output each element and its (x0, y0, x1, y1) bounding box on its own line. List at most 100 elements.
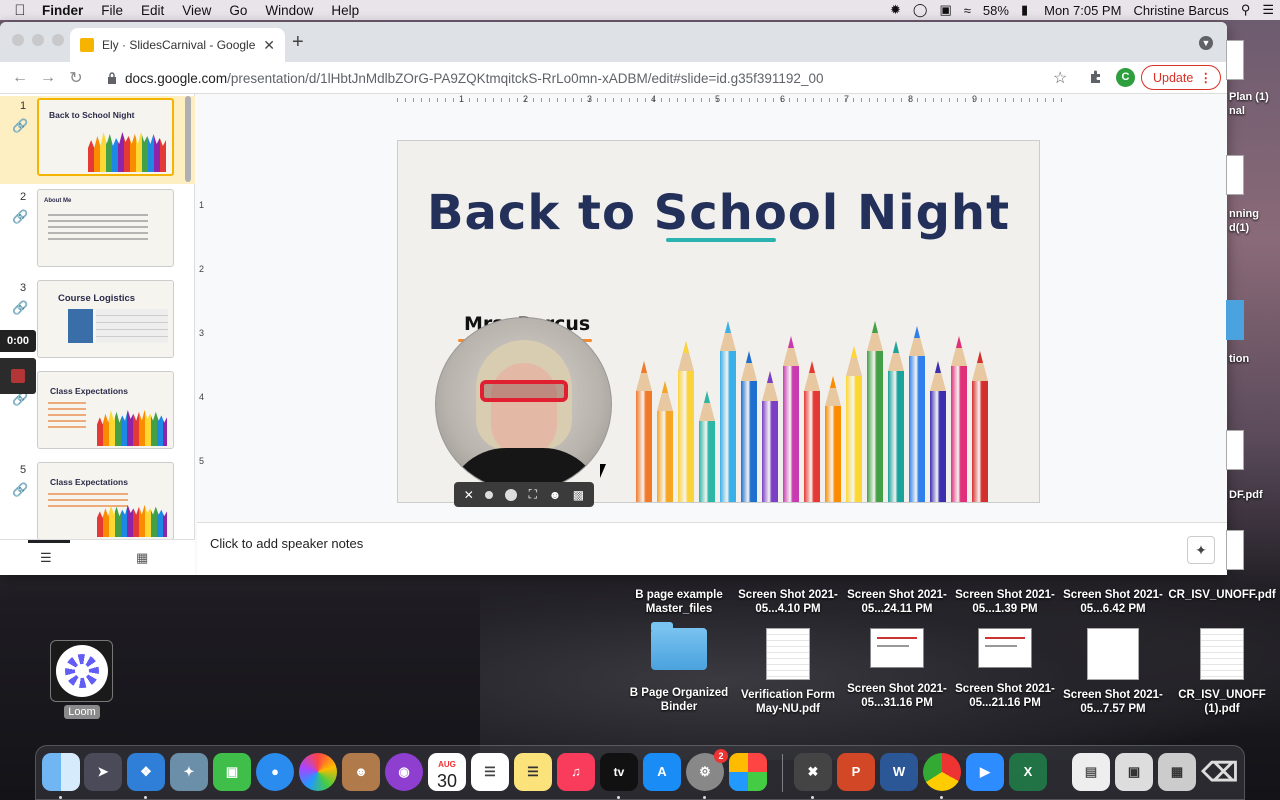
desktop-item-screenshot[interactable]: Screen Shot 2021-05...6.42 PM (1059, 588, 1167, 616)
desktop-item-screenshot[interactable]: Screen Shot 2021-05...31.16 PM (843, 628, 951, 710)
slide-thumbnail[interactable]: Class Expectations (37, 371, 174, 449)
filmstrip-slide-2[interactable]: 2 🔗 About Me (0, 187, 195, 275)
browser-tab-slides[interactable]: Ely · SlidesCarnival - Google Sl ✕ (70, 28, 285, 62)
update-button[interactable]: Update ⋮ (1141, 65, 1221, 90)
list-view-icon[interactable]: ☰ (40, 550, 52, 566)
speaker-notes[interactable]: Click to add speaker notes ✦ (197, 522, 1227, 575)
clock[interactable]: Mon 7:05 PM (1034, 3, 1127, 18)
small-bubble-icon[interactable] (485, 490, 494, 499)
word-icon[interactable]: W (880, 753, 918, 791)
loom-app-icon[interactable] (50, 640, 113, 702)
menu-window[interactable]: Window (256, 3, 322, 18)
spotlight-search-icon[interactable]: ⚲ (1235, 2, 1257, 18)
slide-thumbnail[interactable]: Back to School Night (37, 98, 174, 176)
filmstrip-slide-3[interactable]: 3 🔗 Course Logistics (0, 278, 195, 366)
profile-avatar[interactable]: C (1116, 68, 1135, 87)
system-preferences-icon[interactable]: ⚙ 2 (686, 749, 728, 791)
photos-icon[interactable] (299, 753, 337, 791)
calendar-icon[interactable]: AUG 30 (428, 753, 466, 791)
powerpoint-icon[interactable]: P (837, 753, 875, 791)
large-bubble-icon[interactable] (505, 488, 517, 501)
messages-icon[interactable]: ● (256, 753, 294, 791)
desktop-file-partial[interactable] (1226, 40, 1244, 80)
menu-app-name[interactable]: Finder (40, 3, 92, 18)
person-icon[interactable]: ☻ (549, 488, 562, 502)
colored-pencils-image[interactable] (636, 311, 1006, 502)
music-icon[interactable]: ♫ (557, 753, 595, 791)
trash-icon[interactable]: ⌫ (1201, 753, 1239, 791)
minimize-window-button[interactable] (32, 34, 44, 46)
document-stack-icon[interactable]: ▤ (1072, 753, 1110, 791)
zoom-window-button[interactable] (52, 34, 64, 46)
loom-status-icon[interactable]: ✹ (884, 2, 907, 18)
desktop-item-screenshot[interactable]: Screen Shot 2021-05...1.39 PM (951, 588, 1059, 616)
explore-icon[interactable]: ✦ (1187, 536, 1215, 564)
desktop-item-screenshot[interactable]: Screen Shot 2021-05...24.11 PM (843, 588, 951, 616)
facetime-icon[interactable]: ▣ (213, 753, 251, 791)
desktop-item-b-page-example[interactable]: B page example Master_files (625, 588, 733, 616)
desktop-item-binder-folder[interactable]: B Page Organized Binder (625, 622, 733, 714)
lock-icon[interactable] (107, 72, 117, 84)
desktop-item-screenshot[interactable]: Screen Shot 2021-05...7.57 PM (1059, 628, 1167, 716)
tab-search-icon[interactable]: ▼ (1199, 36, 1213, 50)
launchpad-icon[interactable]: ➤ (84, 753, 122, 791)
more-menu-icon[interactable]: ⋮ (1200, 70, 1213, 85)
utilities-icon[interactable]: ✖ (794, 753, 832, 791)
filmstrip-slide-5[interactable]: 5 🔗 Class Expectations (0, 460, 195, 548)
menu-file[interactable]: File (92, 3, 132, 18)
desktop-folder-partial[interactable] (1226, 300, 1244, 340)
battery-percent[interactable]: 58% (977, 3, 1015, 18)
podcasts-icon[interactable]: ◉ (385, 753, 423, 791)
desktop-item-pdf[interactable]: CR_ISV_UNOFF (1).pdf (1168, 628, 1276, 716)
filmstrip-slide-1[interactable]: 1 🔗 Back to School Night (0, 96, 195, 184)
slide-title[interactable]: Back to School Night (398, 185, 1039, 241)
notes-icon[interactable]: ☰ (514, 753, 552, 791)
desktop-item-pdf[interactable]: CR_ISV_UNOFF.pdf (1168, 588, 1276, 602)
excel-icon[interactable]: X (1009, 753, 1047, 791)
desktop-item-screenshot[interactable]: Screen Shot 2021-05...21.16 PM (951, 628, 1059, 710)
grid-view-icon[interactable]: ▦ (136, 550, 148, 566)
address-bar[interactable]: docs.google.com /presentation/d/1lHbtJnM… (97, 66, 1087, 90)
accessibility-icon[interactable]: ◯ (907, 2, 934, 18)
downloads-stack-icon[interactable]: ▦ (1158, 753, 1196, 791)
close-camera-icon[interactable]: ✕ (464, 488, 474, 502)
desktop-item-verification-form[interactable]: Verification Form May-NU.pdf (734, 628, 842, 716)
desktop-file-partial[interactable] (1226, 155, 1244, 195)
battery-icon[interactable]: ▮ (1015, 2, 1034, 18)
filmstrip-scrollbar[interactable] (185, 96, 191, 182)
slide-thumbnail[interactable]: About Me (37, 189, 174, 267)
chrome-icon[interactable] (923, 753, 961, 791)
tab-close-icon[interactable]: ✕ (263, 37, 275, 54)
new-tab-button[interactable]: + (292, 31, 304, 54)
close-window-button[interactable] (12, 34, 24, 46)
control-center-icon[interactable]: ☰ (1256, 2, 1280, 18)
desktop-item-screenshot[interactable]: Screen Shot 2021-05...4.10 PM (734, 588, 842, 616)
gift-icon[interactable]: ▩ (573, 488, 584, 502)
shield-status-icon[interactable]: ▣ (933, 2, 957, 18)
finder-icon[interactable] (42, 753, 80, 791)
apple-menu-icon[interactable]:  (0, 2, 40, 19)
forward-icon[interactable]: → (34, 69, 62, 87)
menu-go[interactable]: Go (220, 3, 256, 18)
loom-stop-button[interactable] (0, 358, 36, 394)
preview-bird-icon[interactable]: ✦ (170, 753, 208, 791)
screenshot-stack-icon[interactable]: ▣ (1115, 753, 1153, 791)
user-name[interactable]: Christine Barcus (1127, 3, 1234, 18)
reload-icon[interactable]: ↻ (62, 68, 90, 88)
reminders-icon[interactable]: ☰ (471, 753, 509, 791)
slide-thumbnail[interactable]: Class Expectations (37, 462, 174, 540)
speaker-notes-placeholder[interactable]: Click to add speaker notes (210, 536, 363, 551)
contacts-icon[interactable]: ☻ (342, 753, 380, 791)
loom-webcam-bubble[interactable] (435, 317, 612, 492)
menu-help[interactable]: Help (322, 3, 368, 18)
bookmark-star-icon[interactable]: ☆ (1053, 68, 1067, 88)
slide-thumbnail[interactable]: Course Logistics (37, 280, 174, 358)
wifi-icon[interactable]: ≈ (958, 3, 977, 18)
extensions-puzzle-icon[interactable] (1088, 69, 1104, 85)
zoom-icon[interactable]: ▶ (966, 753, 1004, 791)
apple-tv-icon[interactable]: tv (600, 753, 638, 791)
menu-edit[interactable]: Edit (132, 3, 173, 18)
safari-icon[interactable]: ❖ (127, 753, 165, 791)
desktop-file-partial[interactable] (1226, 530, 1244, 570)
fullscreen-icon[interactable]: ⛶ (529, 487, 537, 502)
